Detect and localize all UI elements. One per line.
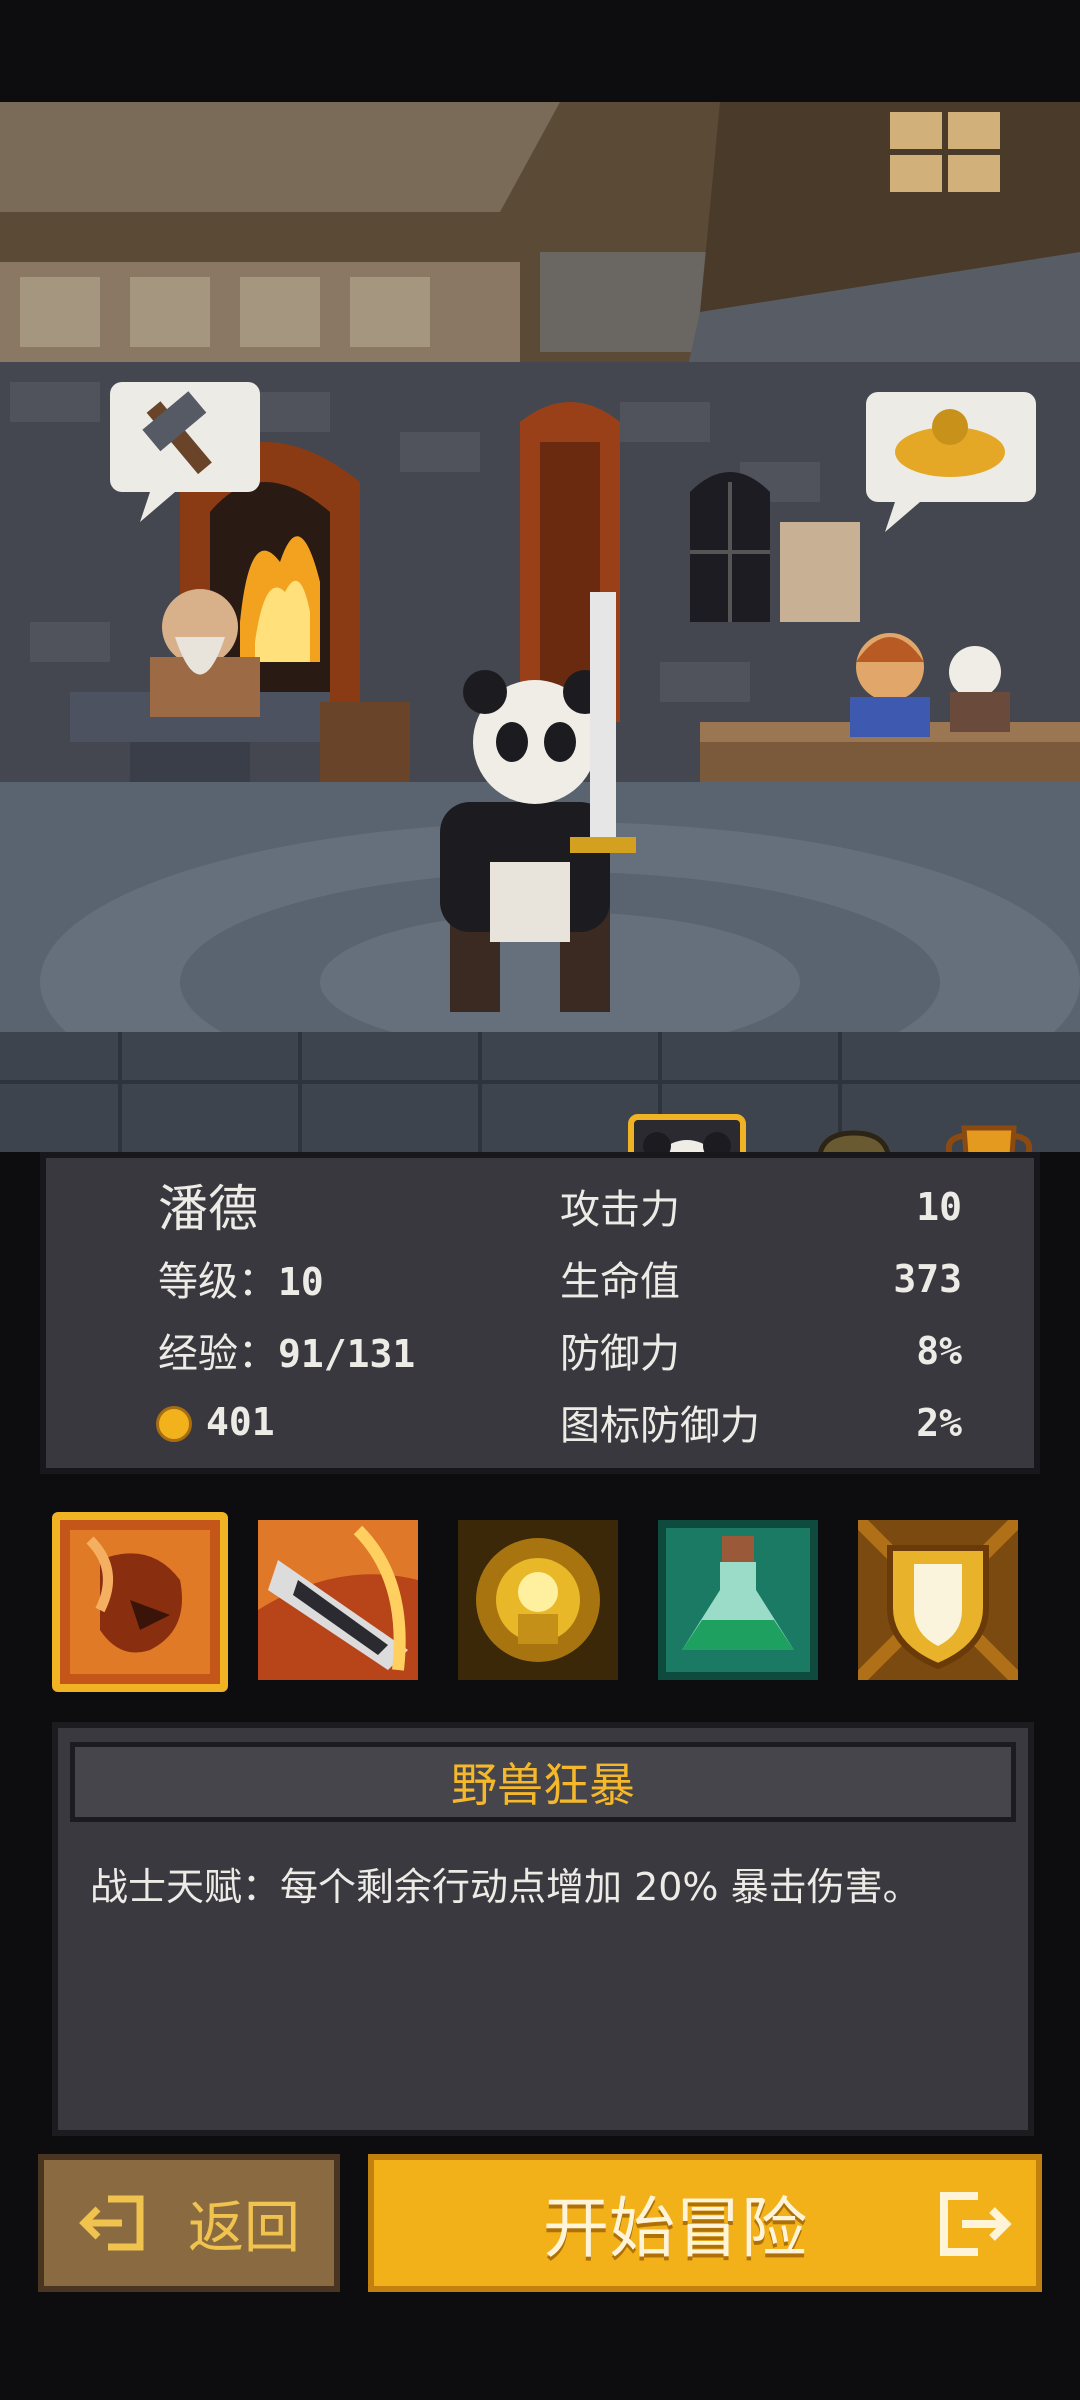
skill-slot-5[interactable] — [853, 1515, 1023, 1685]
exp-label: 经验： — [158, 1331, 278, 1377]
sword-slash-icon — [258, 1520, 418, 1680]
gold-coin-icon — [156, 1406, 192, 1442]
attack-value: 10 — [916, 1185, 962, 1229]
skill-description: 战士天赋：每个剩余行动点增加 20% 暴击伤害。 — [90, 1865, 921, 1909]
beast-rage-icon — [60, 1520, 220, 1684]
level-value: 10 — [278, 1260, 324, 1304]
tab-character[interactable] — [628, 1114, 746, 1152]
defense-label: 防御力 — [560, 1331, 680, 1377]
exit-arrow-icon — [79, 2195, 144, 2251]
gold-row: 401 — [156, 1402, 275, 1442]
start-adventure-label: 开始冒险 — [543, 2190, 807, 2267]
defense-value: 8% — [916, 1329, 962, 1373]
skill-slot-4[interactable] — [658, 1520, 818, 1680]
back-button[interactable]: 返回 — [38, 2154, 340, 2292]
enter-arrow-icon — [940, 2192, 1012, 2256]
skill-slot-3[interactable] — [458, 1520, 618, 1680]
exp-value: 91/131 — [278, 1332, 416, 1376]
skill-description-panel: 野兽狂暴 战士天赋：每个剩余行动点增加 20% 暴击伤害。 — [52, 1722, 1034, 2136]
gold-value: 401 — [206, 1400, 275, 1444]
level-label: 等级： — [158, 1259, 278, 1305]
back-label: 返回 — [188, 2195, 300, 2261]
golden-burst-icon — [458, 1520, 618, 1680]
character-name: 潘德 — [158, 1180, 258, 1238]
potion-flask-icon — [658, 1520, 818, 1680]
icon-defense-value: 2% — [916, 1401, 962, 1445]
attack-label: 攻击力 — [560, 1187, 680, 1233]
exp-row: 经验：91/131 — [158, 1334, 415, 1374]
tab-achievements[interactable] — [930, 1114, 1048, 1152]
start-adventure-button[interactable]: 开始冒险 — [368, 2154, 1042, 2292]
panda-face-icon — [643, 1132, 731, 1152]
backpack-icon — [818, 1130, 890, 1152]
hp-value: 373 — [893, 1257, 962, 1301]
character-stats-panel: 潘德 等级：10 经验：91/131 401 攻击力 生命值 防御力 图标防御力… — [40, 1152, 1040, 1474]
tavern-scene — [0, 102, 1080, 1152]
skill-slot-1[interactable] — [52, 1512, 228, 1692]
skill-title: 野兽狂暴 — [451, 1758, 635, 1812]
skill-slot-2[interactable] — [258, 1520, 418, 1680]
shield-icon — [853, 1515, 1023, 1685]
hp-label: 生命值 — [560, 1259, 680, 1305]
tab-inventory[interactable] — [795, 1114, 913, 1152]
skill-title-bar: 野兽狂暴 — [70, 1742, 1016, 1822]
trophy-icon — [945, 1125, 1033, 1152]
icon-defense-label: 图标防御力 — [560, 1403, 760, 1449]
scene-artwork — [0, 102, 1080, 1152]
level-row: 等级：10 — [158, 1262, 324, 1302]
